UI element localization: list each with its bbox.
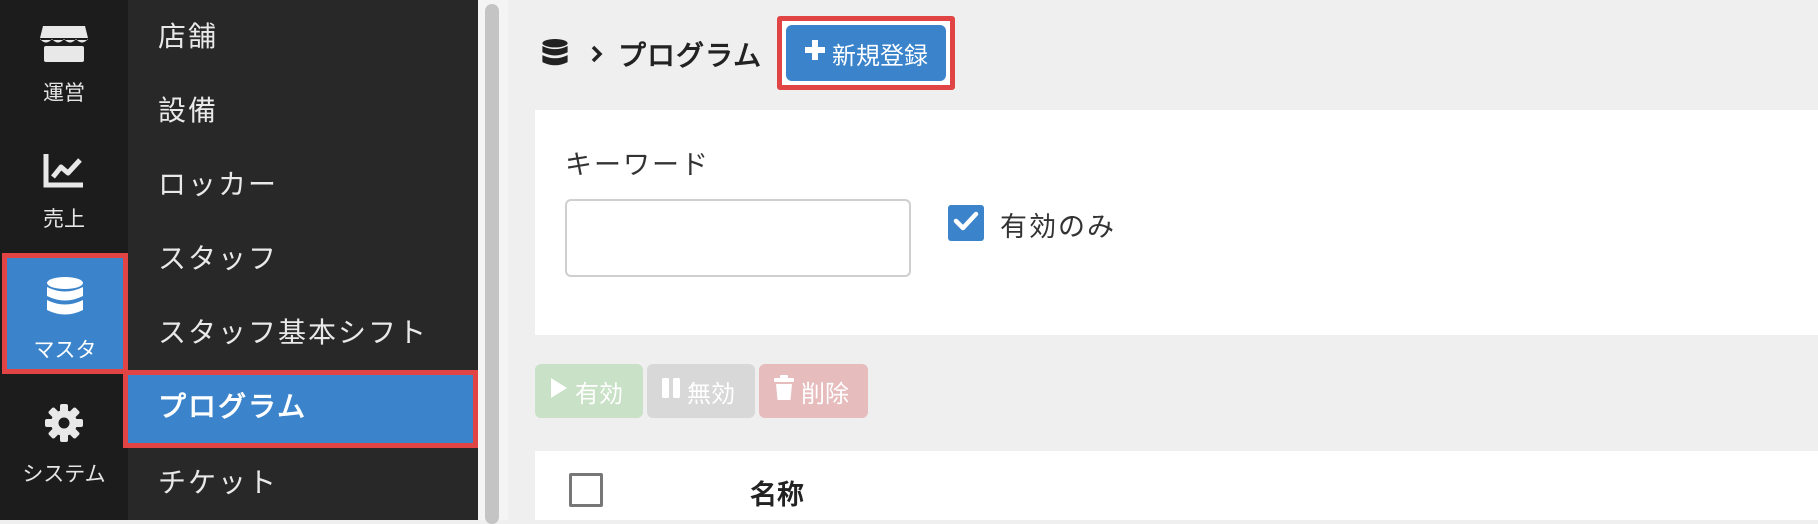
select-all-checkbox[interactable] xyxy=(569,473,603,507)
disable-label: 無効 xyxy=(687,379,735,408)
enable-button[interactable]: 有効 xyxy=(535,364,643,418)
play-icon xyxy=(549,376,569,406)
icon-rail: 運営 売上 マスタ システム xyxy=(0,0,128,520)
rail-label-operations: 運営 xyxy=(43,81,85,105)
chart-line-icon xyxy=(0,152,128,188)
submenu-item-locker[interactable]: ロッカー xyxy=(128,148,478,222)
new-register-button[interactable]: 新規登録 xyxy=(786,25,946,81)
submenu-item-staff[interactable]: スタッフ xyxy=(128,222,478,296)
store-icon xyxy=(0,24,128,64)
rail-item-sales[interactable]: 売上 xyxy=(0,126,128,252)
rail-label-system: システム xyxy=(22,462,106,486)
pause-icon xyxy=(661,376,681,406)
trash-icon xyxy=(773,375,795,407)
submenu: 店舗 設備 ロッカー スタッフ スタッフ基本シフト プログラム チケット xyxy=(123,0,478,520)
delete-label: 削除 xyxy=(801,379,849,408)
plus-icon xyxy=(804,39,826,67)
active-only-label[interactable]: 有効のみ xyxy=(1000,205,1116,244)
submenu-item-staff-shift[interactable]: スタッフ基本シフト xyxy=(128,296,478,370)
rail-label-sales: 売上 xyxy=(43,207,85,231)
enable-label: 有効 xyxy=(575,379,623,408)
submenu-item-equipment[interactable]: 設備 xyxy=(128,74,478,148)
disable-button[interactable]: 無効 xyxy=(647,364,755,418)
scrollbar-thumb[interactable] xyxy=(485,4,499,524)
active-only-checkbox[interactable] xyxy=(948,205,984,241)
delete-button[interactable]: 削除 xyxy=(759,364,868,418)
rail-item-operations[interactable]: 運営 xyxy=(0,0,128,126)
submenu-item-store[interactable]: 店舗 xyxy=(128,0,478,74)
submenu-item-ticket[interactable]: チケット xyxy=(128,446,478,520)
database-icon xyxy=(7,276,123,318)
check-icon xyxy=(953,210,979,236)
program-table xyxy=(535,451,1818,520)
database-icon xyxy=(541,38,569,72)
page-title: プログラム xyxy=(618,39,763,72)
submenu-item-program[interactable]: プログラム xyxy=(123,370,478,448)
keyword-label: キーワード xyxy=(565,150,710,181)
chevron-right-icon xyxy=(590,45,604,67)
gear-icon xyxy=(0,403,128,443)
keyword-input[interactable] xyxy=(565,199,911,277)
rail-label-master: マスタ xyxy=(33,338,97,362)
column-header-name: 名称 xyxy=(750,480,804,511)
new-register-label: 新規登録 xyxy=(832,41,928,70)
rail-item-system[interactable]: システム xyxy=(0,386,128,512)
rail-item-master[interactable]: マスタ xyxy=(2,253,128,374)
